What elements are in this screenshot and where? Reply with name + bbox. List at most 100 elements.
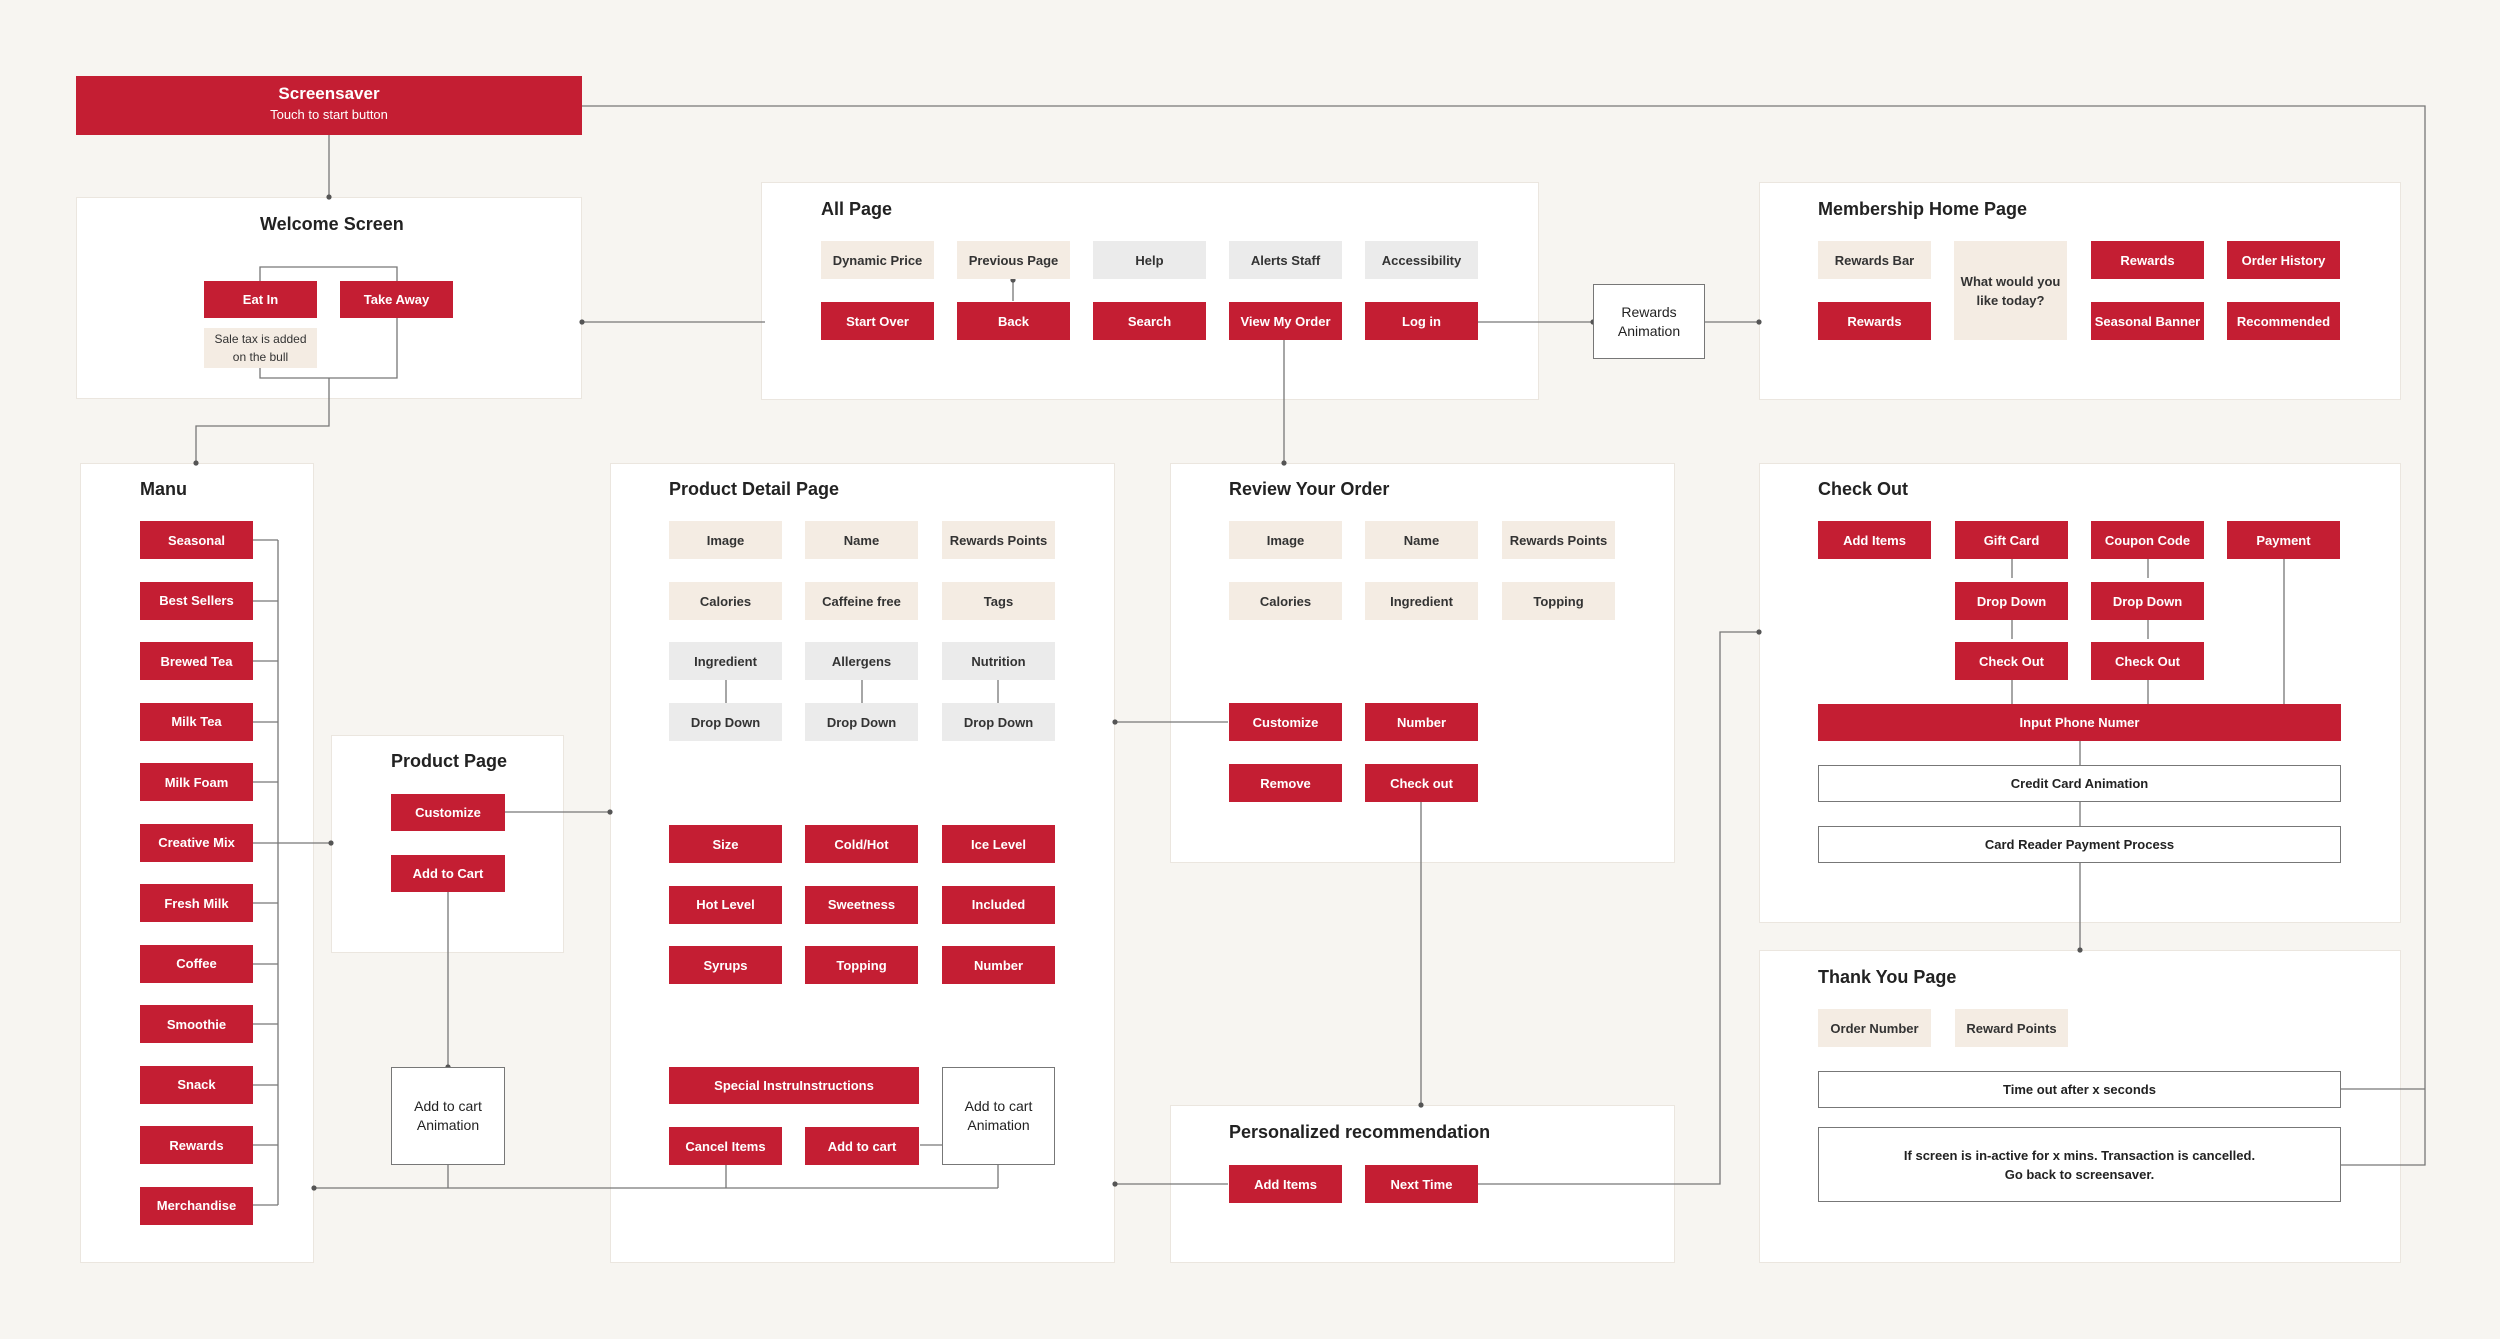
log-in-button[interactable]: Log in <box>1365 302 1478 340</box>
review-checkout-button[interactable]: Check out <box>1365 764 1478 802</box>
detail-dropdown[interactable]: Drop Down <box>805 703 918 741</box>
review-info-item: Image <box>1229 521 1342 559</box>
menu-item[interactable]: Coffee <box>140 944 253 983</box>
menu-item[interactable]: Brewed Tea <box>140 642 253 680</box>
detail-info-item: Rewards Points <box>942 521 1055 559</box>
gift-card-checkout-button[interactable]: Check Out <box>1955 642 2068 680</box>
review-number-button[interactable]: Number <box>1365 703 1478 741</box>
detail-nutrition-item: Nutrition <box>942 642 1055 680</box>
detail-option-button[interactable]: Ice Level <box>942 825 1055 863</box>
previous-page: Previous Page <box>957 241 1070 279</box>
personalized-add-items-button[interactable]: Add Items <box>1229 1165 1342 1203</box>
menu-item[interactable]: Merchandise <box>140 1186 253 1225</box>
back-button[interactable]: Back <box>957 302 1070 340</box>
detail-add-to-cart-button[interactable]: Add to cart <box>805 1127 919 1165</box>
recommended-button[interactable]: Recommended <box>2227 302 2340 340</box>
cancel-items-button[interactable]: Cancel Items <box>669 1127 782 1165</box>
review-info-item: Ingredient <box>1365 582 1478 620</box>
product-page-title: Product Page <box>391 751 508 771</box>
tax-note: Sale tax is added on the bull <box>204 328 317 368</box>
coupon-dropdown[interactable]: Drop Down <box>2091 582 2204 620</box>
detail-info-item: Tags <box>942 582 1055 620</box>
detail-option-button[interactable]: Hot Level <box>669 885 782 924</box>
detail-nutrition-item: Ingredient <box>669 642 782 680</box>
start-over-button[interactable]: Start Over <box>821 302 934 340</box>
product-detail-title: Product Detail Page <box>669 479 840 499</box>
menu-item[interactable]: Milk Tea <box>140 702 253 741</box>
detail-option-button[interactable]: Number <box>942 946 1055 984</box>
detail-info-item: Image <box>669 521 782 559</box>
detail-dropdown[interactable]: Drop Down <box>669 703 782 741</box>
personalized-title: Personalized recommendation <box>1229 1122 1491 1142</box>
welcome-title: Welcome Screen <box>260 214 404 234</box>
help: Help <box>1093 241 1206 279</box>
customize-button[interactable]: Customize <box>391 794 505 831</box>
coupon-checkout-button[interactable]: Check Out <box>2091 642 2204 680</box>
input-phone-button[interactable]: Input Phone Numer <box>1818 704 2341 741</box>
detail-add-to-cart-animation: Add to cart Animation <box>942 1067 1055 1165</box>
credit-card-animation: Credit Card Animation <box>1818 765 2341 802</box>
search-button[interactable]: Search <box>1093 302 1206 340</box>
detail-info-item: Caffeine free <box>805 582 918 620</box>
timeout-note: Time out after x seconds <box>1818 1071 2341 1108</box>
review-title: Review Your Order <box>1229 479 1390 499</box>
rewards-bar: Rewards Bar <box>1818 241 1931 279</box>
view-my-order-button[interactable]: View My Order <box>1229 302 1342 340</box>
take-away-button[interactable]: Take Away <box>340 281 453 318</box>
menu-item[interactable]: Seasonal <box>140 521 253 559</box>
all-page-title: All Page <box>821 199 893 219</box>
gift-card-dropdown[interactable]: Drop Down <box>1955 582 2068 620</box>
next-time-button[interactable]: Next Time <box>1365 1165 1478 1203</box>
detail-nutrition-item: Allergens <box>805 642 918 680</box>
review-info-item: Rewards Points <box>1502 521 1615 559</box>
review-info-item: Name <box>1365 521 1478 559</box>
checkout-add-items-button[interactable]: Add Items <box>1818 521 1931 559</box>
detail-option-button[interactable]: Topping <box>805 946 918 984</box>
membership-title: Membership Home Page <box>1818 199 2028 219</box>
detail-option-button[interactable]: Sweetness <box>805 885 918 924</box>
screensaver-block[interactable]: Screensaver Touch to start button <box>76 76 582 135</box>
add-to-cart-animation: Add to cart Animation <box>391 1067 505 1165</box>
menu-item[interactable]: Milk Foam <box>140 763 253 801</box>
add-to-cart-button[interactable]: Add to Cart <box>391 855 505 892</box>
accessibility: Accessibility <box>1365 241 1478 279</box>
order-history-button[interactable]: Order History <box>2227 241 2340 279</box>
detail-info-item: Calories <box>669 582 782 620</box>
payment-button[interactable]: Payment <box>2227 521 2340 559</box>
menu-item[interactable]: Rewards <box>140 1126 253 1164</box>
dynamic-price: Dynamic Price <box>821 241 934 279</box>
detail-option-button[interactable]: Syrups <box>669 946 782 984</box>
menu-item[interactable]: Fresh Milk <box>140 884 253 922</box>
screensaver-title: Screensaver <box>278 84 380 103</box>
special-instructions-button[interactable]: Special InstruInstructions <box>669 1067 919 1104</box>
detail-dropdown[interactable]: Drop Down <box>942 703 1055 741</box>
detail-info-item: Name <box>805 521 918 559</box>
review-info-item: Topping <box>1502 582 1615 620</box>
menu-item[interactable]: Smoothie <box>140 1005 253 1043</box>
rewards-tile[interactable]: Rewards <box>2091 241 2204 279</box>
menu-item[interactable]: Creative Mix <box>140 823 253 862</box>
detail-option-button[interactable]: Size <box>669 825 782 863</box>
inactive-note-line-2: Go back to screensaver. <box>2004 1166 2155 1182</box>
menu-item[interactable]: Snack <box>140 1065 253 1104</box>
inactive-note: If screen is in-active for x mins. Trans… <box>1818 1127 2341 1202</box>
reward-points: Reward Points <box>1955 1009 2068 1047</box>
review-info-item: Calories <box>1229 582 1342 620</box>
seasonal-banner[interactable]: Seasonal Banner <box>2091 302 2204 340</box>
gift-card-button[interactable]: Gift Card <box>1955 521 2068 559</box>
menu-title: Manu <box>140 479 187 499</box>
detail-option-button[interactable]: Cold/Hot <box>805 825 918 863</box>
eat-in-button[interactable]: Eat In <box>204 281 317 318</box>
coupon-code-button[interactable]: Coupon Code <box>2091 521 2204 559</box>
rewards-button[interactable]: Rewards <box>1818 302 1931 340</box>
inactive-note-line-1: If screen is in-active for x mins. Trans… <box>1903 1147 2256 1163</box>
menu-item[interactable]: Best Sellers <box>140 581 253 620</box>
detail-option-button[interactable]: Included <box>942 885 1055 924</box>
question-tile: What would you like today? <box>1954 241 2067 340</box>
screensaver-subtitle: Touch to start button <box>270 107 388 122</box>
alerts-staff: Alerts Staff <box>1229 241 1342 279</box>
review-remove-button[interactable]: Remove <box>1229 764 1342 802</box>
order-number: Order Number <box>1818 1009 1931 1047</box>
checkout-title: Check Out <box>1818 479 1909 499</box>
review-customize-button[interactable]: Customize <box>1229 703 1342 741</box>
